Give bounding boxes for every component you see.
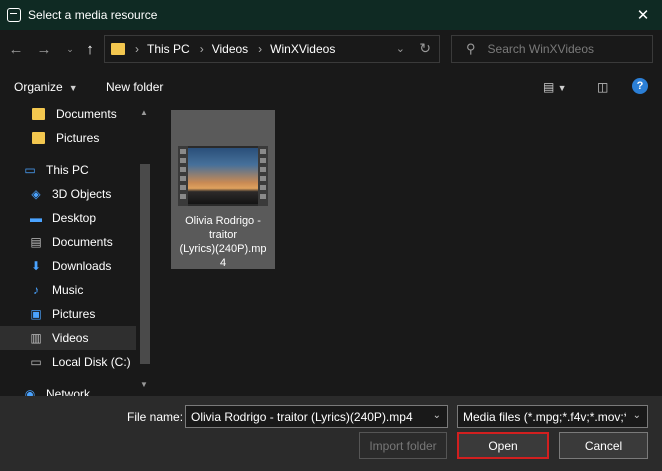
computer-icon: ▭: [24, 163, 36, 177]
file-item[interactable]: Olivia Rodrigo - traitor (Lyrics)(240P).…: [171, 110, 275, 269]
nav-item-label: Desktop: [52, 211, 97, 225]
app-icon: [7, 8, 21, 22]
nav-item-this-pc[interactable]: ▭ This PC: [0, 158, 136, 182]
file-name-line: Olivia Rodrigo -: [185, 215, 261, 227]
nav-item-pictures[interactable]: ▣ Pictures: [0, 302, 136, 326]
command-bar: Organize ▼ New folder ▤ ▼ ◫ ?: [0, 70, 662, 104]
nav-item-3d-objects[interactable]: ◈ 3D Objects: [0, 182, 136, 206]
folder-icon: [32, 132, 45, 144]
recent-locations-chevron-icon[interactable]: ⌄: [60, 38, 80, 60]
organize-button[interactable]: Organize ▼: [14, 80, 78, 94]
up-arrow-icon[interactable]: ↑: [80, 38, 100, 60]
title-bar: Select a media resource ✕: [0, 0, 662, 30]
scroll-down-icon[interactable]: ▼: [140, 380, 148, 389]
search-box[interactable]: ⚲: [451, 35, 653, 63]
nav-item-documents-quick[interactable]: Documents: [0, 104, 136, 126]
scrollbar-thumb[interactable]: [140, 164, 150, 364]
file-name-line: (Lyrics)(240P).mp: [179, 243, 267, 255]
back-arrow-icon[interactable]: ←: [6, 38, 26, 60]
navigation-pane: Documents Pictures ▭ This PC ◈ 3D Object…: [0, 104, 154, 396]
nav-scrollbar[interactable]: ▲ ▼: [136, 104, 154, 396]
change-view-icon[interactable]: ▤ ▼: [543, 80, 567, 94]
nav-item-music[interactable]: ♪ Music: [0, 278, 136, 302]
forward-arrow-icon[interactable]: →: [34, 38, 54, 60]
file-name-line: traitor: [208, 229, 238, 241]
window-title: Select a media resource: [28, 8, 158, 22]
chevron-down-icon[interactable]: ⌄: [633, 410, 641, 421]
video-thumbnail: [178, 146, 268, 206]
import-folder-button[interactable]: Import folder: [359, 432, 447, 459]
file-name-label: Olivia Rodrigo - traitor (Lyrics)(240P).…: [175, 214, 271, 270]
nav-item-label: Network: [46, 387, 91, 396]
nav-item-videos[interactable]: ▥ Videos: [0, 326, 136, 350]
nav-item-label: Music: [52, 283, 84, 297]
cancel-button[interactable]: Cancel: [559, 432, 648, 459]
nav-item-pictures-quick[interactable]: Pictures: [0, 126, 136, 150]
document-icon: ▤: [30, 235, 42, 249]
nav-item-desktop[interactable]: ▬ Desktop: [0, 206, 136, 230]
help-icon[interactable]: ?: [632, 78, 648, 94]
file-name-label: File name:: [127, 410, 184, 424]
breadcrumb-videos[interactable]: Videos: [212, 42, 248, 56]
breadcrumb-winxvideos[interactable]: WinXVideos: [270, 42, 335, 56]
nav-item-label: Documents: [52, 235, 113, 249]
close-icon[interactable]: ✕: [632, 4, 654, 26]
nav-item-label: Pictures: [52, 307, 96, 321]
chevron-right-icon: ›: [258, 42, 263, 56]
network-icon: ◉: [24, 387, 36, 396]
nav-item-label: Documents: [56, 107, 117, 121]
nav-item-label: Local Disk (C:): [52, 355, 131, 369]
search-input[interactable]: [487, 42, 638, 56]
address-bar[interactable]: › This PC › Videos › WinXVideos ⌄ ↻: [104, 35, 440, 63]
search-icon: ⚲: [466, 41, 476, 56]
address-dropdown-icon[interactable]: ⌄: [396, 42, 405, 55]
file-list: Olivia Rodrigo - traitor (Lyrics)(240P).…: [154, 104, 662, 396]
desktop-icon: ▬: [30, 211, 42, 225]
picture-icon: ▣: [30, 307, 42, 321]
breadcrumb-this-pc[interactable]: This PC: [147, 42, 190, 56]
preview-pane-icon[interactable]: ◫: [597, 80, 608, 94]
dialog-footer: File name: ⌄ Media files (*.mpg;*.f4v;*.…: [0, 396, 662, 471]
chevron-down-icon[interactable]: ⌄: [433, 410, 441, 421]
folder-icon: [111, 43, 125, 55]
video-icon: ▥: [30, 331, 42, 345]
music-icon: ♪: [33, 283, 39, 297]
folder-icon: [32, 108, 45, 120]
caret-down-icon: ▼: [68, 83, 78, 93]
nav-item-label: Videos: [52, 331, 89, 345]
file-type-select[interactable]: Media files (*.mpg;*.f4v;*.mov;* ⌄: [457, 405, 648, 428]
download-icon: ⬇: [30, 259, 42, 273]
file-name-combobox[interactable]: ⌄: [185, 405, 448, 428]
film-strip-icon: [178, 146, 188, 206]
nav-item-documents[interactable]: ▤ Documents: [0, 230, 136, 254]
open-button[interactable]: Open: [457, 432, 549, 459]
file-name-input[interactable]: [186, 409, 422, 424]
chevron-right-icon: ›: [135, 42, 139, 56]
chevron-right-icon: ›: [199, 42, 204, 56]
file-name-line: 4: [219, 257, 227, 269]
thumbnail-image: [188, 148, 258, 204]
refresh-icon[interactable]: ↻: [419, 40, 431, 57]
new-folder-button[interactable]: New folder: [106, 80, 163, 94]
nav-item-label: Pictures: [56, 131, 100, 145]
nav-item-downloads[interactable]: ⬇ Downloads: [0, 254, 136, 278]
nav-item-label: This PC: [46, 163, 89, 177]
organize-label: Organize: [14, 80, 63, 94]
nav-item-label: Downloads: [52, 259, 112, 273]
file-type-value: Media files (*.mpg;*.f4v;*.mov;*: [463, 409, 626, 424]
scroll-up-icon[interactable]: ▲: [140, 108, 148, 117]
cube-icon: ◈: [31, 187, 41, 201]
nav-item-network[interactable]: ◉ Network: [0, 382, 136, 396]
film-strip-icon: [258, 146, 268, 206]
nav-item-local-disk[interactable]: ▭ Local Disk (C:): [0, 350, 136, 374]
nav-item-label: 3D Objects: [52, 187, 112, 201]
disk-icon: ▭: [30, 355, 42, 369]
new-folder-label: New folder: [106, 80, 164, 94]
address-row: ← → ⌄ ↑ › This PC › Videos › WinXVideos …: [0, 30, 662, 70]
